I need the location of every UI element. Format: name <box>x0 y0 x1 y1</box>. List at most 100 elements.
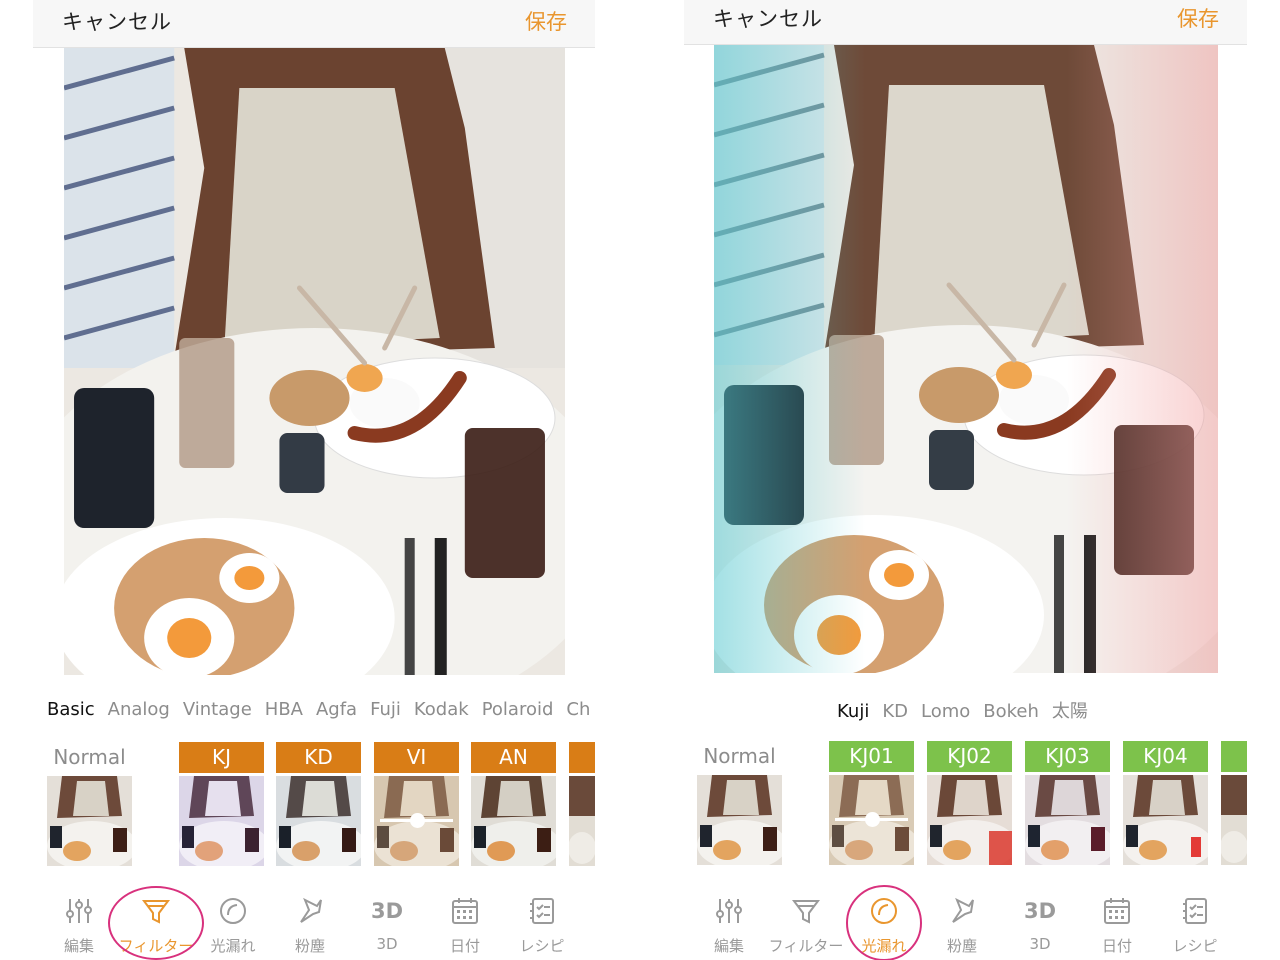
filter-thumbnail <box>569 776 595 866</box>
filter-tile-label: VI <box>374 742 459 773</box>
filter-tile-label: KD <box>276 742 361 773</box>
calendar-icon <box>1102 896 1132 926</box>
filter-thumbnail <box>927 775 1012 865</box>
tool-recipe[interactable]: レシピ <box>503 890 581 960</box>
3d-icon: 3D <box>1023 899 1057 923</box>
tool-dust[interactable]: 粉塵 <box>271 890 349 960</box>
filter-tile-label: KJ03 <box>1025 741 1110 772</box>
filter-tile-label: KJ01 <box>829 741 914 772</box>
category-tab-basic[interactable]: Basic <box>47 699 95 720</box>
tool-3d[interactable]: 3D 3D <box>348 890 426 960</box>
filter-tile-vi[interactable]: VI <box>374 742 459 866</box>
category-tab-taiyo[interactable]: 太陽 <box>1052 697 1088 723</box>
tool-label: フィルター <box>768 937 844 955</box>
tool-label: 粉塵 <box>946 937 977 955</box>
tool-label: 日付 <box>1101 937 1132 955</box>
category-tab-polaroid[interactable]: Polaroid <box>482 699 554 720</box>
tool-dust[interactable]: 粉塵 <box>923 890 1001 960</box>
category-tab-agfa[interactable]: Agfa <box>316 699 357 720</box>
filter-tile-normal[interactable]: Normal <box>697 741 782 865</box>
tool-edit[interactable]: 編集 <box>690 890 768 960</box>
category-tab-ch[interactable]: Ch <box>566 699 590 720</box>
tool-label: 編集 <box>63 937 94 955</box>
filter-tile-label: KJ04 <box>1123 741 1208 772</box>
cancel-button[interactable]: キャンセル <box>62 6 172 36</box>
tool-label: 編集 <box>713 937 744 955</box>
tool-edit[interactable]: 編集 <box>40 890 118 960</box>
filter-tile-kj[interactable]: KJ <box>179 742 264 866</box>
slider-knob[interactable] <box>864 812 880 827</box>
filter-tile-label: KJ02 <box>927 741 1012 772</box>
tool-label: 日付 <box>449 937 480 955</box>
filter-category-tabs: Basic Analog Vintage HBA Agfa Fuji Kodak Polaro… <box>47 699 595 720</box>
category-tab-hba[interactable]: HBA <box>265 699 303 720</box>
filter-tile-kj02[interactable]: KJ02 <box>927 741 1012 865</box>
filter-editor-screen-left: キャンセル 保存 Basic Analog Vintage HBA Agfa F… <box>33 0 595 960</box>
save-button[interactable]: 保存 <box>1177 3 1219 33</box>
filter-tile-label <box>569 742 595 773</box>
filter-tile-kj03[interactable]: KJ03 <box>1025 741 1110 865</box>
intensity-slider[interactable] <box>380 813 453 828</box>
calendar-icon <box>450 896 480 926</box>
recipe-icon <box>1180 896 1210 926</box>
photo-preview <box>714 45 1218 673</box>
filter-editor-screen-right: キャンセル 保存 Kuji KD Lomo Bokeh 太陽 Normal KJ… <box>684 0 1247 960</box>
tool-light-leak[interactable]: 光漏れ <box>194 890 272 960</box>
filter-tile-label: KJ <box>179 742 264 773</box>
category-tab-fuji[interactable]: Fuji <box>370 699 401 720</box>
filter-tile-label: Normal <box>703 744 776 768</box>
tool-date[interactable]: 日付 <box>1078 890 1156 960</box>
tool-label: 3D <box>376 935 398 953</box>
tool-recipe[interactable]: レシピ <box>1156 890 1234 960</box>
category-tab-analog[interactable]: Analog <box>108 699 170 720</box>
category-tab-kd[interactable]: KD <box>882 701 908 722</box>
filter-tile-label: Normal <box>53 745 126 769</box>
filter-thumbnail <box>471 776 556 866</box>
save-button[interactable]: 保存 <box>525 6 567 36</box>
recipe-icon <box>527 896 557 926</box>
category-tab-vintage[interactable]: Vintage <box>183 699 252 720</box>
dust-icon <box>295 896 325 926</box>
filter-thumbnail <box>374 776 459 866</box>
highlight-ring <box>846 885 922 960</box>
filter-tile-an[interactable]: AN <box>471 742 556 866</box>
category-tab-lomo[interactable]: Lomo <box>921 701 970 722</box>
filter-tile-partial[interactable] <box>569 742 595 866</box>
tool-filter[interactable]: フィルター <box>767 890 845 960</box>
tool-filter[interactable]: フィルター <box>108 886 204 960</box>
filter-thumbnail <box>179 776 264 866</box>
slider-knob[interactable] <box>409 813 425 828</box>
tool-3d[interactable]: 3D 3D <box>1001 890 1079 960</box>
category-tab-kuji[interactable]: Kuji <box>837 701 869 722</box>
photo-preview <box>64 48 565 675</box>
3d-icon: 3D <box>370 899 404 923</box>
intensity-slider[interactable] <box>835 812 908 827</box>
tool-label: レシピ <box>519 937 565 955</box>
filter-tile-kj01[interactable]: KJ01 <box>829 741 914 865</box>
tool-date[interactable]: 日付 <box>426 890 504 960</box>
filter-tile-kj04[interactable]: KJ04 <box>1123 741 1208 865</box>
filter-tile-label <box>1221 741 1247 772</box>
filter-thumbnail <box>1221 775 1247 865</box>
category-tab-bokeh[interactable]: Bokeh <box>983 701 1039 722</box>
category-tab-kodak[interactable]: Kodak <box>414 699 469 720</box>
tool-label: 3D <box>1029 935 1051 953</box>
bottom-toolbar: 編集 フィルター 光漏れ 粉塵 3D 3D 日付 レシピ <box>684 885 1247 960</box>
filter-tile-label: AN <box>471 742 556 773</box>
top-bar: キャンセル 保存 <box>33 0 595 48</box>
filter-tile-kd[interactable]: KD <box>276 742 361 866</box>
tool-label: 粉塵 <box>294 937 325 955</box>
filter-category-tabs: Kuji KD Lomo Bokeh 太陽 <box>837 697 1247 723</box>
filter-tile-partial[interactable] <box>1221 741 1247 865</box>
filter-thumbnail <box>697 775 782 865</box>
filter-tile-normal[interactable]: Normal <box>47 742 132 866</box>
filter-thumbnail <box>47 776 132 866</box>
light-leak-icon <box>218 896 248 926</box>
filter-thumbnail <box>1123 775 1208 865</box>
tool-light-leak[interactable]: 光漏れ <box>845 885 923 960</box>
tool-label: 光漏れ <box>210 937 256 955</box>
filter-thumbnail <box>276 776 361 866</box>
cancel-button[interactable]: キャンセル <box>713 3 823 33</box>
filter-thumbnail <box>1025 775 1110 865</box>
bottom-toolbar: 編集 フィルター 光漏れ 粉塵 3D 3D 日付 レシピ <box>33 886 595 960</box>
